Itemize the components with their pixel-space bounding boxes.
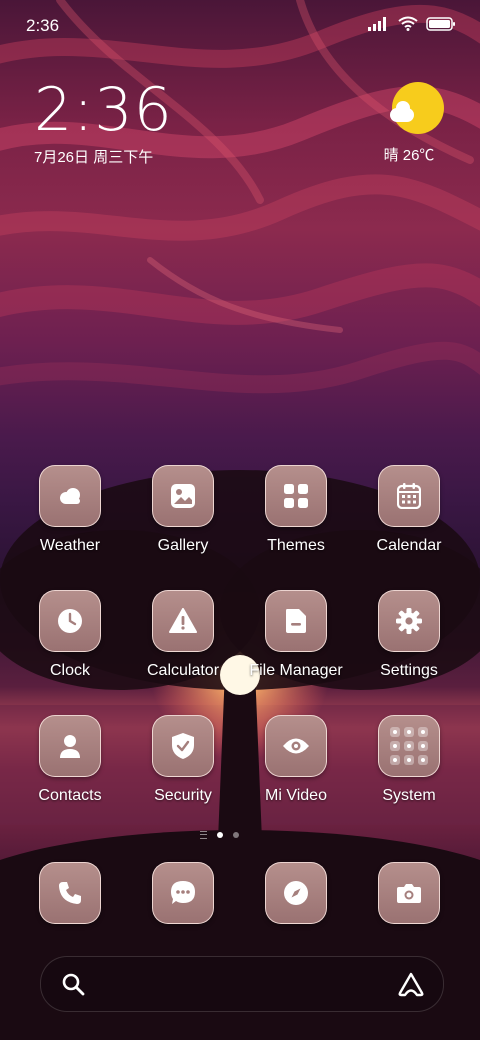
list-icon: [200, 831, 207, 839]
status-time: 2:36: [26, 16, 60, 35]
app-weather[interactable]: Weather: [15, 465, 125, 555]
app-label: Gallery: [157, 537, 209, 554]
page-dot-active[interactable]: [217, 832, 223, 838]
clock-icon: [58, 609, 82, 633]
shield-icon: [172, 733, 194, 759]
search-icon: [62, 973, 85, 996]
clock-date: 7月26日 周三下午: [34, 149, 154, 166]
home-screen: 2:36 2:36 7月26日 周三下午 晴 26℃ Weather Galle…: [0, 0, 480, 1040]
cloud-icon: [60, 488, 80, 504]
sunny-icon: [390, 82, 444, 134]
app-security[interactable]: Security: [128, 715, 238, 805]
wifi-icon: [398, 16, 418, 31]
app-calendar[interactable]: Calendar: [354, 465, 464, 555]
clock-time: 2:36: [34, 75, 173, 145]
app-label: Calculator: [146, 662, 220, 679]
eye-icon: [283, 738, 309, 754]
status-icons: [368, 16, 456, 31]
clock-widget[interactable]: 2:36 7月26日 周三下午: [34, 78, 173, 167]
app-system-folder[interactable]: System: [354, 715, 464, 805]
dock-phone[interactable]: [15, 862, 125, 924]
page-indicator[interactable]: [200, 831, 239, 839]
app-label: File Manager: [249, 662, 343, 679]
weather-widget[interactable]: 晴 26℃: [384, 82, 444, 165]
app-label: System: [382, 787, 436, 804]
folder-grid-icon: [390, 727, 428, 765]
app-gallery[interactable]: Gallery: [128, 465, 238, 555]
message-icon: [171, 881, 195, 904]
signal-icon: [368, 16, 386, 31]
image-icon: [171, 484, 195, 508]
app-label: Weather: [39, 537, 101, 554]
app-label: Clock: [49, 662, 90, 679]
search-bar[interactable]: [40, 956, 444, 1012]
app-clock[interactable]: Clock: [15, 590, 125, 680]
app-contacts[interactable]: Contacts: [15, 715, 125, 805]
assistant-icon[interactable]: [397, 971, 425, 997]
weather-summary: 晴 26℃: [383, 147, 435, 164]
person-icon: [60, 735, 80, 758]
app-settings[interactable]: Settings: [354, 590, 464, 680]
camera-icon: [397, 884, 421, 903]
compass-icon: [284, 881, 308, 905]
gear-icon: [396, 608, 422, 634]
phone-icon: [59, 882, 81, 904]
dock-messages[interactable]: [128, 862, 238, 924]
folder-icon: [286, 609, 306, 633]
app-file-manager[interactable]: File Manager: [241, 590, 351, 680]
app-label: Themes: [267, 537, 325, 554]
calendar-icon: [397, 483, 421, 509]
app-label: Mi Video: [265, 787, 327, 804]
app-mi-video[interactable]: Mi Video: [241, 715, 351, 805]
app-label: Security: [154, 787, 212, 804]
app-calculator[interactable]: Calculator: [128, 590, 238, 680]
app-label: Calendar: [376, 537, 442, 554]
warning-icon: [169, 608, 197, 633]
app-label: Settings: [380, 662, 438, 679]
dock-camera[interactable]: [354, 862, 464, 924]
grid-icon: [284, 484, 308, 508]
status-bar: 2:36: [0, 0, 480, 50]
app-themes[interactable]: Themes: [241, 465, 351, 555]
dock-browser[interactable]: [241, 862, 351, 924]
battery-icon: [426, 16, 455, 31]
app-label: Contacts: [38, 787, 102, 804]
page-dot[interactable]: [233, 832, 239, 838]
